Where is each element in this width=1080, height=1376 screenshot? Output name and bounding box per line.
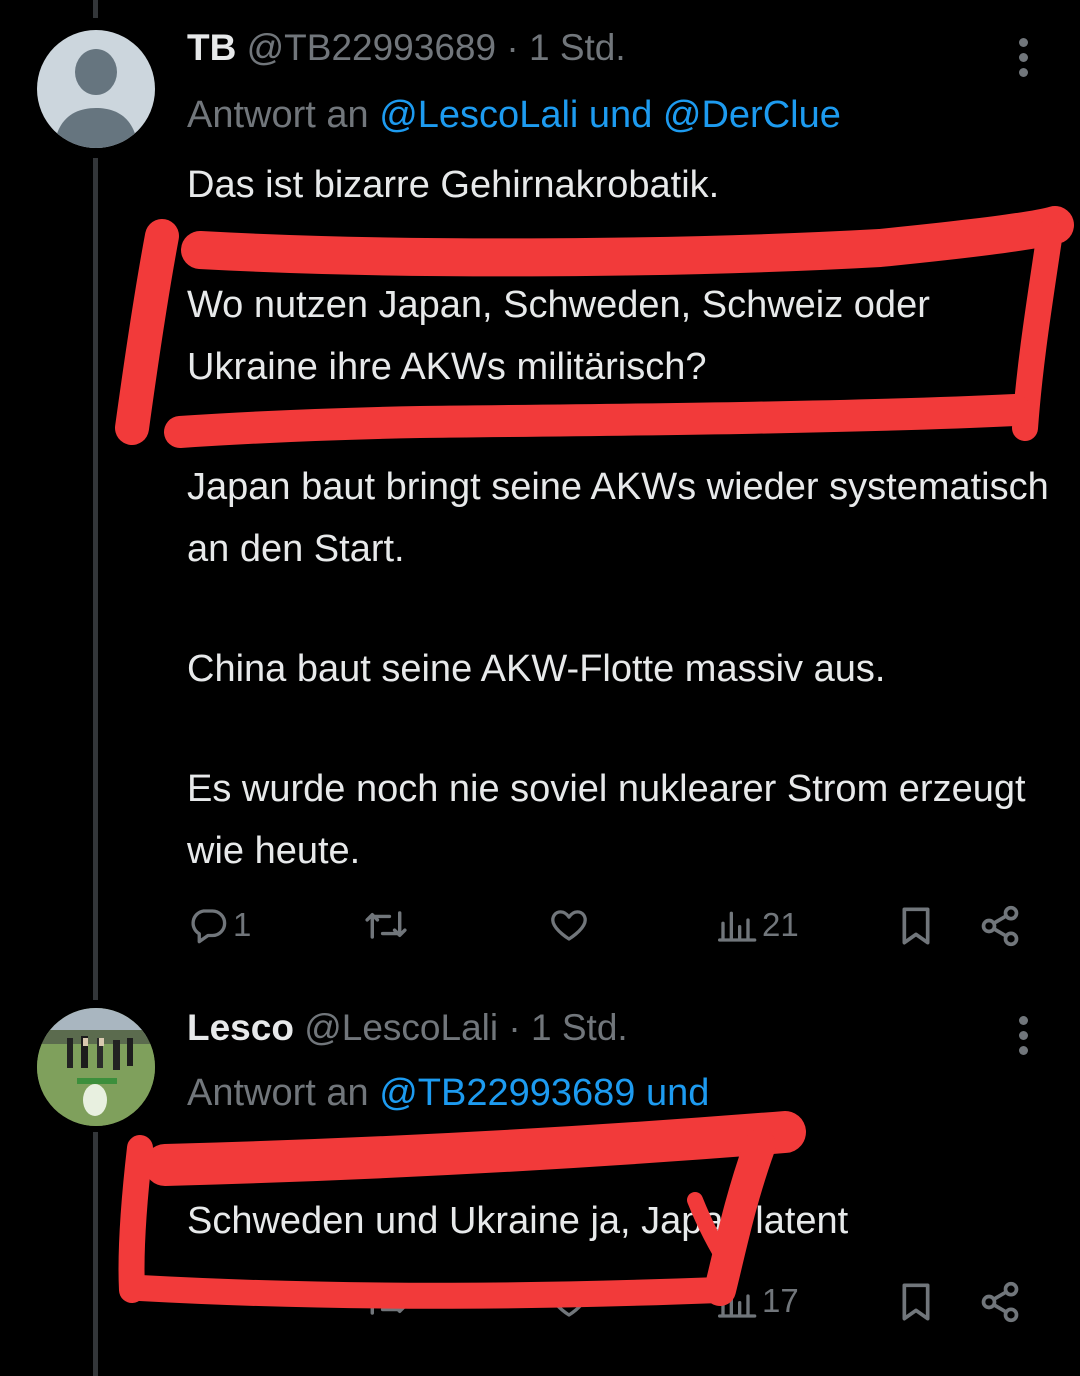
avatar[interactable] [37,30,155,148]
separator: · [508,1007,521,1048]
display-name[interactable]: TB [187,27,236,68]
timestamp[interactable]: 1 Std. [529,27,626,68]
tweet-paragraph: Es wurde noch nie soviel nuklearer Strom… [187,768,1026,872]
bookmark-icon [902,1283,930,1321]
tweet-paragraph: Das ist bizarre Gehirnakrobatik. [187,164,720,206]
views-icon [718,911,757,942]
share-icon [981,1281,1019,1323]
separator: · [506,27,519,68]
share-button[interactable] [978,1280,1022,1324]
reply-context: Antwort an @LescoLali und @DerClue [187,92,841,138]
thread-line-upper [93,158,98,1000]
thread-line-lower [93,1132,98,1376]
heart-icon [551,910,587,941]
retweet-icon [365,1287,407,1315]
more-icon[interactable] [1016,38,1030,83]
retweet-icon [365,911,407,939]
handle[interactable]: @LescoLali [304,1007,498,1048]
tweet-paragraph: Japan baut bringt seine AKWs wieder syst… [187,466,1049,570]
tweet-text: Schweden und Ukraine ja, Japan latent [187,1190,1057,1252]
like-button[interactable] [547,1280,591,1322]
default-avatar-icon [54,49,138,148]
bookmark-button[interactable] [896,1280,936,1324]
tweet-header: Lesco @LescoLali · 1 Std. [187,1006,628,1050]
share-icon [981,905,1019,947]
reply-context: Antwort an @TB22993689 und [187,1070,709,1116]
mention-link[interactable]: @DerClue [663,94,841,136]
more-icon[interactable] [1016,1016,1030,1061]
timestamp[interactable]: 1 Std. [531,1007,628,1048]
bookmark-icon [902,907,930,945]
heart-icon [551,1286,587,1317]
mention-link[interactable]: @TB22993689 und [379,1072,709,1114]
view-count: 21 [762,906,799,943]
profile-photo [37,1008,155,1126]
view-count: 17 [762,1282,799,1319]
thread-line-top [93,0,98,18]
retweet-button[interactable] [362,904,410,946]
reply-button[interactable]: 1 [187,904,251,946]
display-name[interactable]: Lesco [187,1007,294,1048]
tweet-paragraph: Wo nutzen Japan, Schweden, Schweiz oder … [187,284,930,388]
tweet-paragraph: China baut seine AKW-Flotte massiv aus. [187,648,886,690]
reply-joiner: und [588,94,653,136]
views-button[interactable]: 21 [718,904,799,946]
reply-count: 1 [233,906,252,943]
retweet-button[interactable] [362,1280,410,1322]
share-button[interactable] [978,904,1022,948]
mention-link[interactable]: @LescoLali [379,94,578,136]
reply-prefix: Antwort an [187,94,369,136]
reply-prefix: Antwort an [187,1072,369,1114]
reply-icon [191,909,227,944]
views-icon [718,1287,757,1318]
tweet-paragraph: Schweden und Ukraine ja, Japan latent [187,1200,849,1242]
avatar[interactable] [37,1008,155,1126]
tweet-header: TB @TB22993689 · 1 Std. [187,26,626,70]
like-button[interactable] [547,904,591,946]
views-button[interactable]: 17 [718,1280,799,1322]
bookmark-button[interactable] [896,904,936,948]
handle[interactable]: @TB22993689 [247,27,496,68]
tweet-text: Das ist bizarre Gehirnakrobatik. Wo nutz… [187,154,1057,882]
